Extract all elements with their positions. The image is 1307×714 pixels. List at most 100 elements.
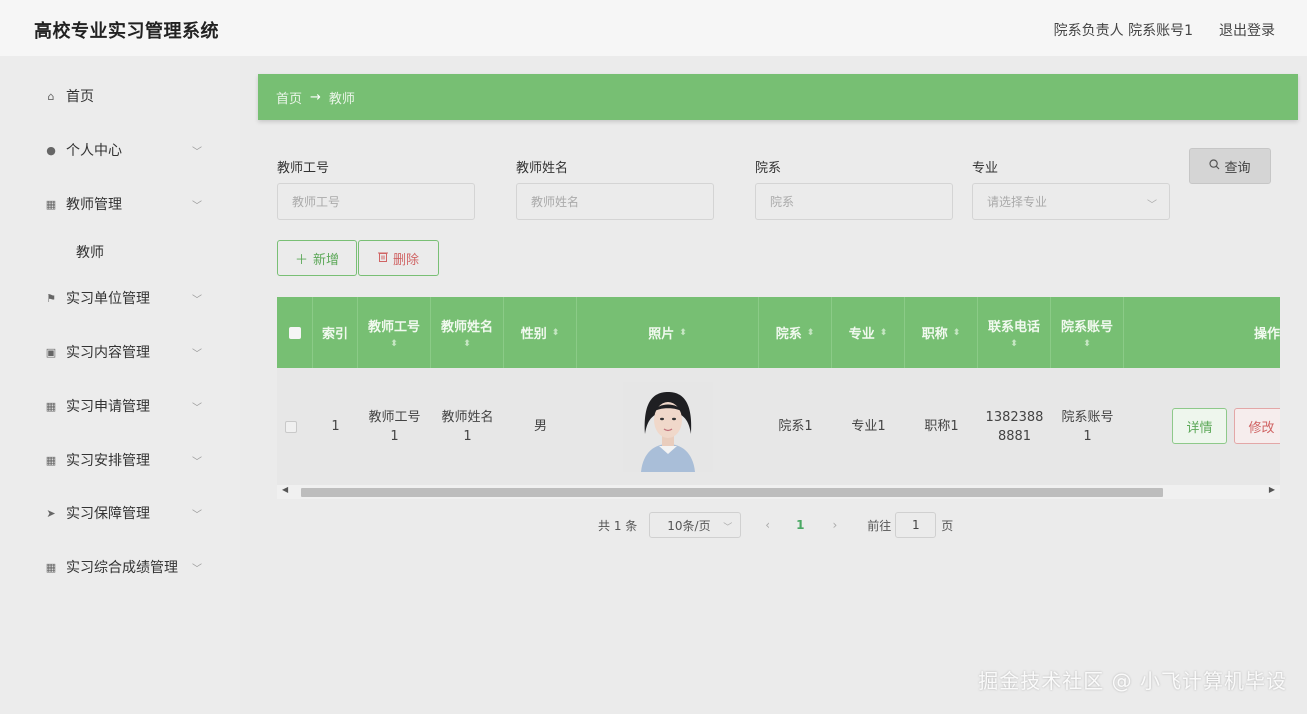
page-size-value: 10条/页	[667, 518, 711, 533]
edit-button[interactable]: 修改	[1234, 408, 1280, 444]
header-teacher-name[interactable]: 教师姓名 ⬍	[431, 297, 504, 368]
chevron-down-icon: ﹀	[192, 456, 202, 468]
sidebar-item-internship-arrangement[interactable]: ▦ 实习安排管理 ﹀	[0, 440, 240, 480]
header-gender[interactable]: 性别 ⬍	[504, 297, 577, 368]
sidebar-item-internship-application[interactable]: ▦ 实习申请管理 ﹀	[0, 386, 240, 426]
sidebar-item-personal-center[interactable]: ● 个人中心 ﹀	[0, 130, 240, 170]
teacher-no-label: 教师工号	[277, 161, 330, 176]
goto-label: 前往	[867, 518, 892, 533]
header-label: 操作	[1253, 327, 1280, 342]
cell-phone: 13823888881	[985, 409, 1044, 444]
header-major[interactable]: 专业 ⬍	[832, 297, 905, 368]
sort-icon[interactable]: ⬍	[679, 328, 687, 338]
header-label: 索引	[321, 327, 348, 342]
header-phone[interactable]: 联系电话 ⬍	[978, 297, 1051, 368]
header-label: 性别	[520, 327, 547, 342]
teacher-name-input[interactable]: 教师姓名	[516, 183, 714, 220]
add-button[interactable]: ＋ 新增	[277, 240, 357, 276]
breadcrumb-home[interactable]: 首页	[276, 88, 302, 107]
sidebar-item-label: 实习综合成绩管理	[66, 560, 178, 576]
teacher-no-input[interactable]: 教师工号	[277, 183, 475, 220]
chevron-down-icon: ﹀	[1147, 200, 1157, 211]
arrow-right-icon: →	[310, 89, 321, 105]
detail-button[interactable]: 详情	[1172, 408, 1227, 444]
sidebar-item-label: 实习申请管理	[66, 399, 150, 415]
sort-icon[interactable]: ⬍	[1010, 339, 1018, 349]
sort-icon[interactable]: ⬍	[463, 339, 471, 349]
home-icon: ⌂	[47, 89, 55, 103]
sort-icon[interactable]: ⬍	[880, 328, 888, 338]
teacher-table: 索引 教师工号 ⬍ 教师姓名 ⬍ 性别 ⬍ 照片 ⬍ 院系 ⬍ 专业 ⬍ 职称 ⬍ 联系电话 ⬍…	[277, 297, 1280, 499]
chevron-down-icon: ﹀	[192, 146, 202, 158]
sort-icon[interactable]: ⬍	[807, 328, 815, 338]
header-label: 职称	[921, 327, 948, 342]
page-size-select[interactable]: 10条/页 ﹀	[649, 512, 742, 538]
sidebar: ⌂ 首页 ● 个人中心 ﹀ ▦ 教师管理 ﹀ 教师 ⚑ 实习单位管理 ﹀ ▣ 实…	[0, 56, 240, 714]
header-teacher-no[interactable]: 教师工号 ⬍	[358, 297, 431, 368]
breadcrumb-current: 教师	[328, 91, 355, 107]
breadcrumb: 首页 → 教师	[258, 74, 1298, 120]
user-icon: ●	[46, 143, 56, 157]
flag-icon: ⚑	[46, 291, 56, 305]
prev-page-button[interactable]: ‹	[765, 518, 770, 532]
chevron-down-icon: ﹀	[192, 402, 202, 414]
cell-photo	[577, 368, 759, 485]
sidebar-item-teacher-management[interactable]: ▦ 教师管理 ﹀	[0, 184, 240, 224]
goto-page-input[interactable]: 1	[895, 512, 937, 538]
scroll-right-icon[interactable]: ▶	[1269, 485, 1275, 494]
sort-icon[interactable]: ⬍	[390, 339, 398, 349]
grid-icon: ▦	[45, 197, 57, 211]
portrait-photo[interactable]	[623, 381, 713, 472]
sidebar-item-label: 实习单位管理	[66, 291, 150, 307]
sidebar-item-label: 教师	[76, 245, 104, 261]
table-header: 索引 教师工号 ⬍ 教师姓名 ⬍ 性别 ⬍ 照片 ⬍ 院系 ⬍ 专业 ⬍ 职称 ⬍ 联系电话 ⬍…	[277, 297, 1280, 368]
sidebar-item-internship-score[interactable]: ▦ 实习综合成绩管理 ﹀	[0, 547, 240, 587]
horizontal-scrollbar[interactable]: ◀ ▶	[277, 485, 1280, 499]
chevron-down-icon: ﹀	[723, 523, 733, 533]
sidebar-item-home[interactable]: ⌂ 首页	[0, 76, 240, 116]
sidebar-item-internship-content[interactable]: ▣ 实习内容管理 ﹀	[0, 332, 240, 372]
header-account[interactable]: 院系账号 ⬍	[1051, 297, 1124, 368]
query-button[interactable]: 查询	[1189, 148, 1271, 184]
sidebar-item-label: 教师管理	[66, 197, 122, 213]
header-actions: 操作	[1124, 297, 1280, 368]
sidebar-item-label: 实习保障管理	[66, 506, 150, 522]
header-label: 照片	[648, 327, 675, 342]
sort-icon[interactable]: ⬍	[1083, 339, 1091, 349]
next-page-button[interactable]: ›	[832, 518, 837, 532]
header-department[interactable]: 院系 ⬍	[759, 297, 832, 368]
plus-icon: ＋	[294, 252, 308, 268]
select-all-checkbox[interactable]	[288, 326, 301, 339]
sidebar-subitem-teacher[interactable]: 教师	[0, 232, 240, 272]
sidebar-item-internship-support[interactable]: ➤ 实习保障管理 ﹀	[0, 493, 240, 533]
cell-title: 职称1	[924, 419, 959, 434]
sort-icon[interactable]: ⬍	[953, 328, 961, 338]
delete-button[interactable]: 删除	[358, 240, 439, 276]
row-checkbox-cell[interactable]	[277, 368, 305, 485]
sort-icon[interactable]: ⬍	[552, 328, 560, 338]
department-input[interactable]: 院系	[755, 183, 953, 220]
major-select[interactable]: 请选择专业 ﹀	[972, 183, 1170, 220]
app-title: 高校专业实习管理系统	[34, 21, 219, 42]
header-photo[interactable]: 照片 ⬍	[577, 297, 759, 368]
table-body: 1 教师工号1 教师姓名1 男 院系1 专业1 职称1 13823888881 …	[277, 368, 1280, 485]
header-title[interactable]: 职称 ⬍	[905, 297, 978, 368]
sidebar-item-internship-unit[interactable]: ⚑ 实习单位管理 ﹀	[0, 278, 240, 318]
header-select-all[interactable]	[277, 297, 313, 368]
logout-link[interactable]: 退出登录	[1219, 20, 1275, 40]
chevron-down-icon: ﹀	[192, 563, 202, 575]
major-label: 专业	[972, 161, 999, 176]
page-number-current[interactable]: 1	[796, 518, 804, 532]
top-header: 高校专业实习管理系统 院系负责人 院系账号1 退出登录	[0, 0, 1307, 56]
trash-icon	[377, 251, 388, 266]
row-checkbox[interactable]	[285, 420, 297, 433]
goto-unit: 页	[941, 518, 954, 533]
header-index: 索引	[313, 297, 358, 368]
major-select-placeholder: 请选择专业	[987, 195, 1048, 209]
pagination: 共 1 条 10条/页 ﹀ ‹ 1 › 前往 1 页	[598, 512, 953, 538]
grid-icon: ▦	[45, 399, 57, 413]
header-label: 院系	[775, 327, 802, 342]
scroll-left-icon[interactable]: ◀	[282, 485, 288, 494]
scrollbar-thumb[interactable]	[301, 488, 1163, 497]
header-label: 专业	[848, 327, 875, 342]
